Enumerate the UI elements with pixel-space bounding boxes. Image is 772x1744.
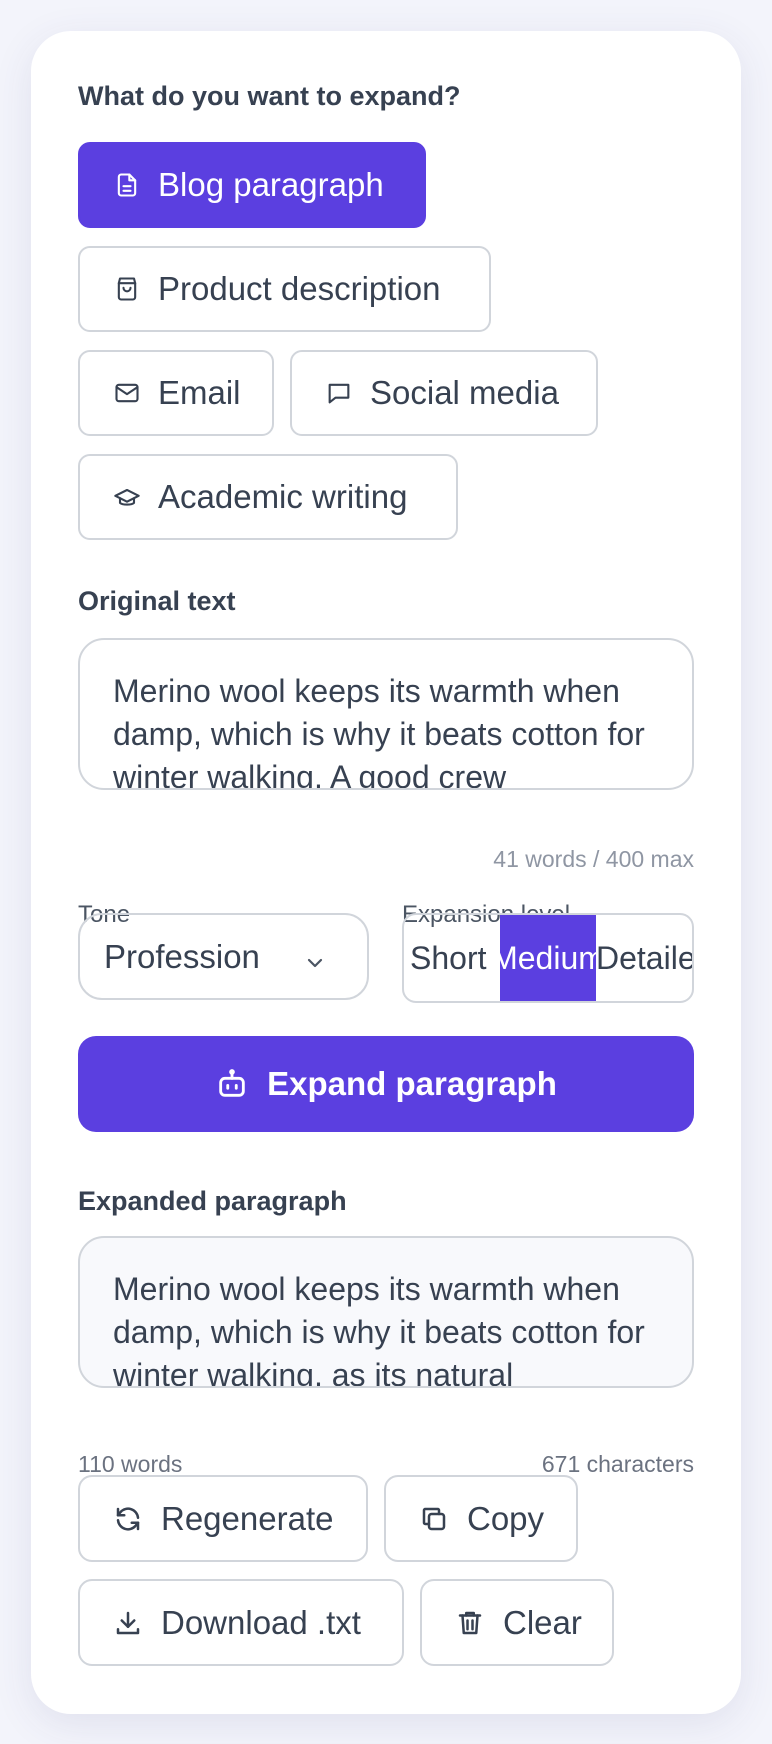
chip-label: Blog paragraph <box>158 166 384 203</box>
original-word-count: 41 words / 400 max <box>493 846 694 872</box>
trash-icon <box>455 1608 485 1638</box>
download-txt-button[interactable]: Download .txt <box>78 1579 404 1666</box>
chevron-down-icon <box>303 945 327 969</box>
clear-button[interactable]: Clear <box>420 1579 614 1666</box>
chip-academic-writing[interactable]: Academic writing <box>78 454 458 540</box>
expansion-option-medium[interactable]: Medium <box>500 915 596 1001</box>
expand-button-label: Expand paragraph <box>267 1065 557 1102</box>
clear-label: Clear <box>503 1603 582 1641</box>
chip-label: Social media <box>370 374 559 411</box>
expanded-word-count: 110 words <box>78 1451 183 1477</box>
regenerate-button[interactable]: Regenerate <box>78 1475 368 1562</box>
expanded-character-count: 671 characters <box>541 1451 694 1477</box>
expanded-paragraph-label: Expanded paragraph <box>78 1186 347 1216</box>
download-label: Download .txt <box>161 1603 361 1641</box>
chip-label: Product description <box>158 270 441 307</box>
robot-icon <box>215 1067 249 1101</box>
refresh-icon <box>113 1504 143 1534</box>
original-text-label: Original text <box>78 586 236 616</box>
chip-label: Email <box>158 374 241 411</box>
download-icon <box>113 1608 143 1638</box>
tone-select[interactable]: Profession <box>78 913 369 1000</box>
expander-card: What do you want to expand? Blog paragra… <box>31 31 741 1714</box>
copy-icon <box>419 1504 449 1534</box>
expand-paragraph-button[interactable]: Expand paragraph <box>78 1036 694 1132</box>
expansion-level-toggle: Short Medium Detailed <box>402 913 694 1003</box>
shopping-bag-icon <box>113 275 141 303</box>
original-text-input[interactable]: Merino wool keeps its warmth when damp, … <box>78 638 694 790</box>
copy-label: Copy <box>467 1499 545 1537</box>
regenerate-label: Regenerate <box>161 1499 334 1537</box>
mail-icon <box>113 379 141 407</box>
graduation-cap-icon <box>113 483 141 511</box>
document-icon <box>113 171 141 199</box>
chip-label: Academic writing <box>158 478 408 515</box>
expansion-option-short[interactable]: Short <box>404 915 500 1001</box>
chip-social-media[interactable]: Social media <box>290 350 598 436</box>
chip-product-description[interactable]: Product description <box>78 246 491 332</box>
expansion-option-detailed[interactable]: Detailed <box>596 915 692 1001</box>
tone-value: Profession <box>104 937 260 975</box>
copy-button[interactable]: Copy <box>384 1475 578 1562</box>
chip-blog-paragraph[interactable]: Blog paragraph <box>78 142 426 228</box>
chat-bubble-icon <box>325 379 353 407</box>
chip-email[interactable]: Email <box>78 350 274 436</box>
content-type-label: What do you want to expand? <box>78 81 461 111</box>
expanded-paragraph-output[interactable]: Merino wool keeps its warmth when damp, … <box>78 1236 694 1388</box>
